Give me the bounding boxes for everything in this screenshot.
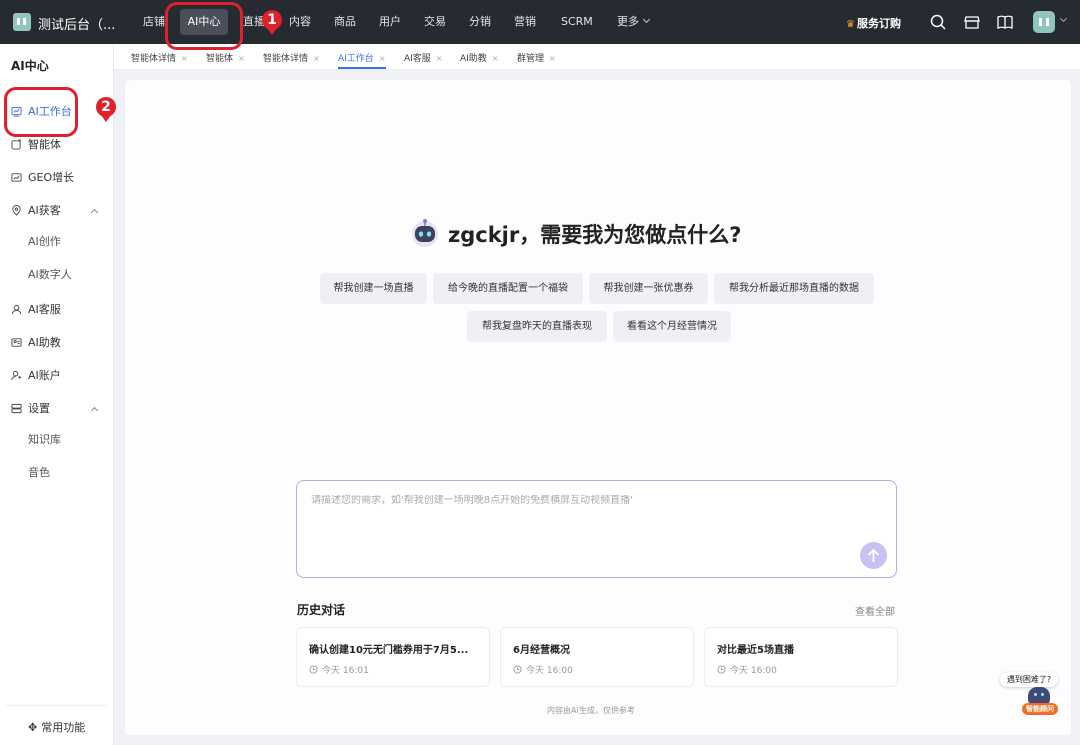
annotation-pointer	[101, 115, 111, 122]
nav-item-store[interactable]: 店铺	[143, 0, 165, 44]
chevron-down-icon[interactable]	[1059, 14, 1068, 23]
common-functions-button[interactable]: ✥ 常用功能	[28, 719, 85, 735]
nav-item-users[interactable]: 用户	[379, 0, 401, 44]
history-card-time: 今天 16:00	[513, 663, 573, 676]
app-title[interactable]: 测试后台（...	[38, 14, 115, 33]
history-card[interactable]: 确认创建10元无门槛券用于7月5... 今天 16:01	[296, 627, 490, 687]
clock-icon	[309, 665, 318, 674]
help-label[interactable]: 智能顾问	[1022, 703, 1058, 715]
active-tab-indicator	[338, 67, 386, 69]
tab-agent-detail[interactable]: 智能体详情 ×	[131, 51, 188, 64]
annotation-circle	[4, 87, 78, 137]
clock-icon	[717, 665, 726, 674]
suggestion-chip[interactable]: 帮我创建一场直播	[320, 273, 427, 304]
search-icon[interactable]	[929, 13, 947, 31]
store-icon[interactable]	[963, 13, 981, 31]
robot-avatar-icon	[412, 219, 438, 247]
history-card-title: 确认创建10元无门槛券用于7月5...	[309, 645, 469, 656]
suggestion-chip[interactable]: 看看这个月经营情况	[613, 311, 731, 342]
greeting-heading: zgckjr，需要我为您做点什么?	[448, 223, 742, 247]
subscribe-button[interactable]: ♛ 服务订购	[846, 15, 901, 31]
ai-disclaimer: 内容由AI生成，仅供参考	[547, 706, 635, 715]
history-title: 历史对话	[297, 603, 346, 617]
suggestion-chip[interactable]: 帮我分析最近那场直播的数据	[714, 273, 874, 304]
close-icon[interactable]: ×	[436, 54, 443, 63]
clock-icon	[513, 665, 522, 674]
history-card-title: 6月经营概况	[513, 645, 570, 656]
view-all-link[interactable]: 查看全部	[855, 603, 895, 618]
growth-icon	[11, 173, 22, 182]
nav-item-transactions[interactable]: 交易	[424, 0, 446, 44]
nav-item-more[interactable]: 更多	[617, 0, 651, 44]
chevron-down-icon	[642, 15, 651, 24]
close-icon[interactable]: ×	[238, 54, 245, 63]
sidebar-divider	[6, 705, 108, 706]
prompt-box	[296, 480, 897, 578]
suggestion-chip[interactable]: 帮我复盘昨天的直播表现	[467, 311, 607, 342]
assistant-icon	[11, 338, 22, 347]
settings-icon	[11, 403, 22, 414]
tab-ai-workbench[interactable]: AI工作台 ×	[338, 51, 386, 64]
history-card[interactable]: 6月经营概况 今天 16:00	[500, 627, 694, 687]
avatar[interactable]	[1033, 11, 1055, 33]
history-card[interactable]: 对比最近5场直播 今天 16:00	[704, 627, 898, 687]
history-card-time: 今天 16:00	[717, 663, 777, 676]
agent-icon	[11, 139, 21, 150]
logo-icon	[13, 13, 31, 31]
history-card-title: 对比最近5场直播	[717, 645, 794, 656]
sidebar-heading: AI中心	[11, 59, 49, 73]
tab-group-management[interactable]: 群管理 ×	[517, 51, 556, 64]
tab-ai-assistant[interactable]: AI助教 ×	[460, 51, 499, 64]
nav-item-products[interactable]: 商品	[334, 0, 356, 44]
sidebar: AI中心 AI工作台 智能体 GEO增长 AI获客 AI创作 AI数字人 AI客…	[0, 44, 114, 745]
close-icon[interactable]: ×	[313, 54, 320, 63]
account-icon	[11, 370, 22, 381]
suggestion-chip[interactable]: 给今晚的直播配置一个福袋	[433, 273, 583, 304]
annotation-badge: 1	[262, 10, 282, 30]
chevron-up-icon[interactable]	[90, 406, 99, 415]
person-icon	[11, 304, 22, 315]
annotation-badge: 2	[96, 97, 116, 117]
crown-icon: ♛	[846, 19, 855, 30]
apps-icon: ✥	[28, 721, 38, 734]
close-icon[interactable]: ×	[549, 54, 556, 63]
close-icon[interactable]: ×	[492, 54, 499, 63]
send-button[interactable]	[860, 542, 887, 569]
nav-item-distribution[interactable]: 分销	[469, 0, 491, 44]
sidebar-item-ai-digital-human[interactable]: AI数字人	[28, 266, 72, 282]
prompt-input[interactable]	[311, 495, 871, 506]
nav-item-scrm[interactable]: SCRM	[561, 0, 593, 44]
close-icon[interactable]: ×	[181, 54, 188, 63]
sidebar-item-voice[interactable]: 音色	[28, 464, 50, 480]
annotation-circle	[165, 2, 243, 50]
book-icon[interactable]	[996, 13, 1014, 31]
arrow-up-icon	[867, 548, 880, 562]
nav-item-marketing[interactable]: 营销	[514, 0, 536, 44]
location-icon	[12, 205, 21, 216]
tab-agent-detail-2[interactable]: 智能体详情 ×	[263, 51, 320, 64]
tab-agents[interactable]: 智能体 ×	[206, 51, 245, 64]
page-tabs: 智能体详情 × 智能体 × 智能体详情 × AI工作台 × AI客服 × AI助教 × 群管…	[114, 44, 1080, 70]
nav-item-content[interactable]: 内容	[289, 0, 311, 44]
close-icon[interactable]: ×	[379, 54, 386, 63]
suggestion-chip[interactable]: 帮我创建一张优惠券	[589, 273, 708, 304]
annotation-pointer	[267, 28, 277, 35]
sidebar-item-knowledge-base[interactable]: 知识库	[28, 431, 61, 447]
chevron-up-icon[interactable]	[90, 208, 99, 217]
tab-ai-service[interactable]: AI客服 ×	[404, 51, 443, 64]
help-mascot-icon[interactable]	[1028, 687, 1050, 704]
sidebar-item-ai-creation[interactable]: AI创作	[28, 233, 61, 249]
top-nav-bar: 测试后台（... 店铺 AI中心 直播 内容 商品 用户 交易 分销 营销 SC…	[0, 0, 1080, 44]
help-bubble[interactable]: 遇到困难了?	[1000, 672, 1058, 687]
history-card-time: 今天 16:01	[309, 663, 369, 676]
